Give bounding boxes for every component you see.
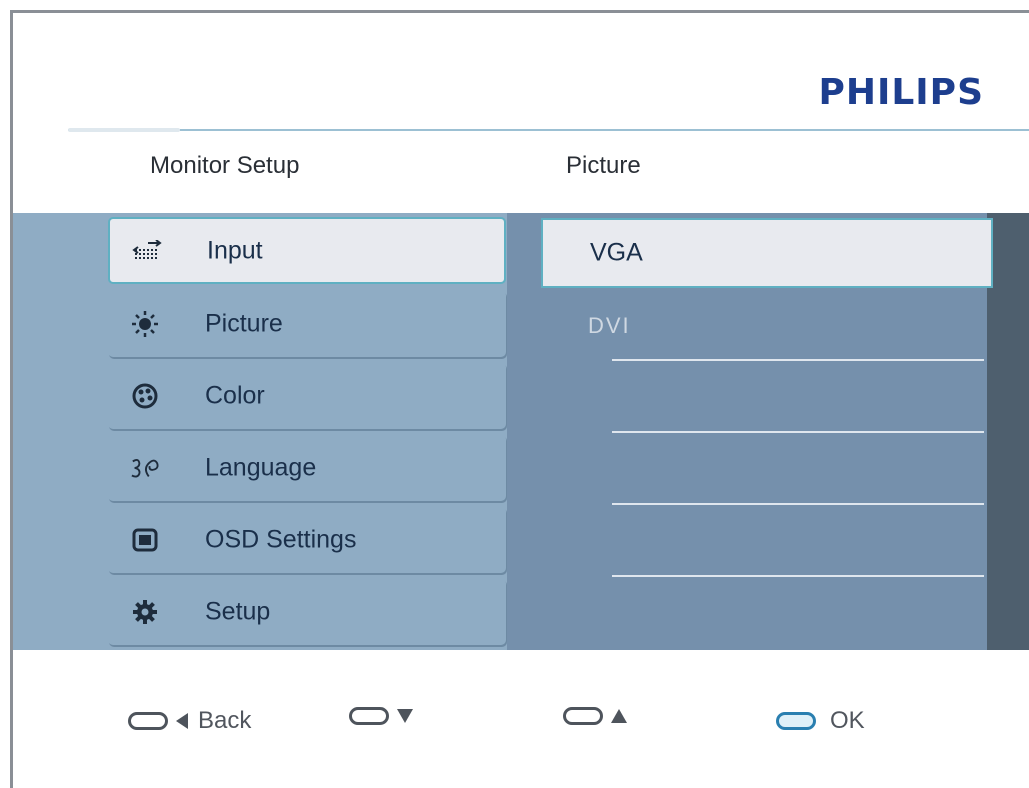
menu-item-label: Input (207, 236, 263, 264)
frame-top-border (10, 10, 1029, 13)
menu-column-title: Monitor Setup (150, 152, 300, 179)
input-arrows-icon (132, 236, 162, 266)
option-separator (612, 503, 984, 505)
menu-item-label: Color (205, 381, 265, 409)
menu-item-osd-settings[interactable]: OSD Settings (108, 506, 506, 573)
option-separator (612, 431, 984, 433)
submenu-column-title: Picture (566, 152, 641, 179)
option-separator (612, 359, 984, 361)
menu-item-setup[interactable]: Setup (108, 578, 506, 645)
menu-item-input[interactable]: Input (108, 217, 506, 284)
panel-edge-strip (987, 213, 1029, 650)
button-pill-icon (563, 707, 603, 725)
option-dvi[interactable]: DVI (541, 291, 993, 361)
menu-item-label: Picture (205, 309, 283, 337)
down-button-hint[interactable] (349, 707, 423, 725)
option-separator (612, 575, 984, 577)
language-icon (130, 453, 160, 483)
ok-label: OK (830, 707, 865, 734)
palette-icon (130, 381, 160, 411)
arrow-up-icon (611, 709, 627, 723)
option-label: VGA (590, 238, 643, 267)
screen-icon (130, 525, 160, 555)
menu-item-label: Setup (205, 597, 271, 625)
menu-item-label: Language (205, 453, 317, 481)
button-pill-icon (349, 707, 389, 725)
menu-item-label: OSD Settings (205, 525, 357, 553)
ok-pill-icon (776, 712, 816, 730)
back-button-hint[interactable]: Back (128, 707, 251, 735)
menu-item-language[interactable]: Language (108, 434, 506, 501)
button-pill-icon (128, 712, 168, 730)
menu-item-color[interactable]: Color (108, 362, 506, 429)
option-label: DVI (588, 313, 631, 338)
sun-icon (130, 309, 160, 339)
header-rule (68, 129, 1029, 131)
menu-item-picture[interactable]: Picture (108, 290, 506, 357)
gear-icon (130, 597, 160, 627)
back-label: Back (198, 707, 252, 734)
option-vga[interactable]: VGA (541, 218, 993, 288)
header-rule-accent (68, 128, 180, 132)
arrow-down-icon (397, 709, 413, 723)
arrow-left-icon (176, 713, 188, 729)
up-button-hint[interactable] (563, 707, 637, 725)
ok-button-hint[interactable]: OK (776, 707, 865, 735)
brand-logo: PHILIPS (818, 72, 984, 113)
